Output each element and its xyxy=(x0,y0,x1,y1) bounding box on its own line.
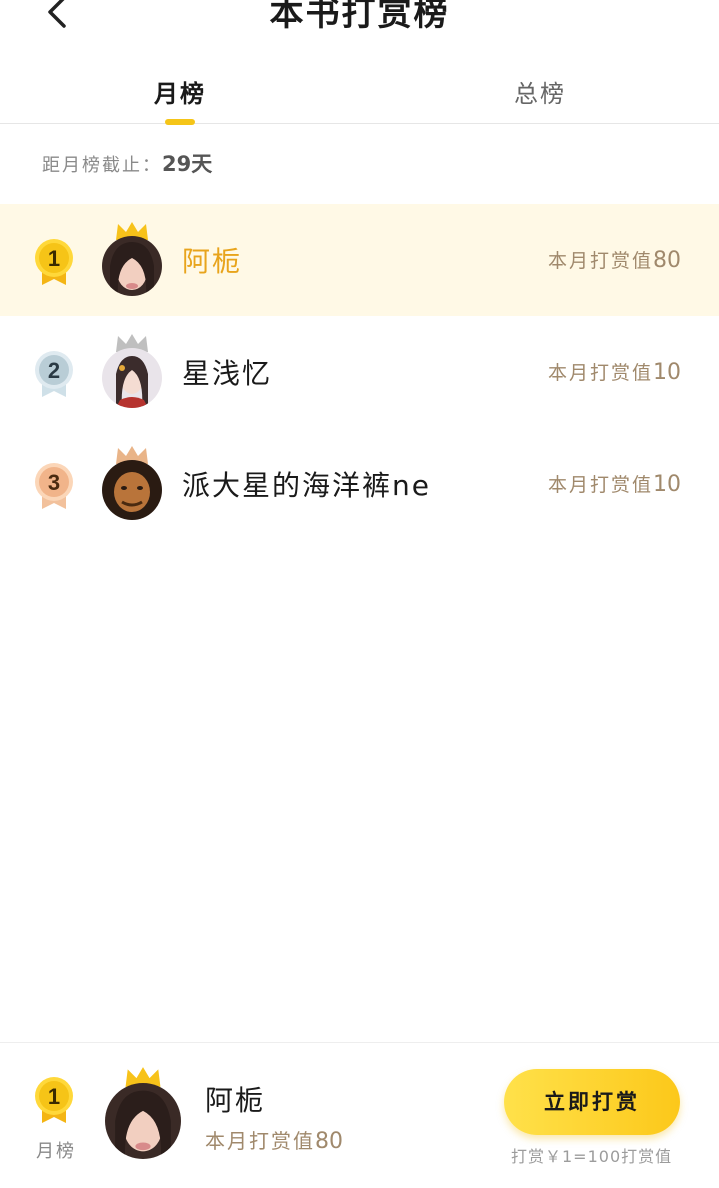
gold-medal-icon: 1 xyxy=(35,239,73,285)
my-avatar-with-crown xyxy=(103,1063,183,1159)
my-reward-value: 本月打赏值80 xyxy=(205,1125,343,1154)
page-title: 本书打赏榜 xyxy=(269,0,450,34)
deadline-label: 距月榜截止： xyxy=(42,155,162,176)
active-tab-indicator xyxy=(165,119,195,125)
avatar-image xyxy=(102,460,162,520)
rank-number: 2 xyxy=(48,358,60,383)
avatar-image xyxy=(105,1083,181,1159)
my-avatar[interactable] xyxy=(105,1083,181,1159)
my-username: 阿栀 xyxy=(205,1084,266,1117)
avatar[interactable] xyxy=(102,236,162,296)
username[interactable]: 星浅忆 xyxy=(182,352,272,392)
avatar-with-crown xyxy=(100,444,164,524)
my-rank-number: 1 xyxy=(48,1084,60,1109)
gold-medal-icon: 1 xyxy=(35,1077,73,1123)
rank-number: 1 xyxy=(48,246,60,271)
reward-number: 10 xyxy=(653,360,681,385)
deadline-countdown: 距月榜截止：29天 xyxy=(42,148,212,178)
avatar-image xyxy=(102,348,162,408)
deadline-days: 29天 xyxy=(162,152,213,176)
tab-monthly[interactable]: 月榜 xyxy=(120,74,240,109)
reward-number: 10 xyxy=(653,472,681,497)
reward-number: 80 xyxy=(653,248,681,273)
avatar-image xyxy=(102,236,162,296)
reward-now-button[interactable]: 立即打赏 xyxy=(504,1069,680,1135)
my-reward-label: 本月打赏值 xyxy=(205,1129,315,1153)
bronze-medal-icon: 3 xyxy=(35,463,73,509)
reward-value: 本月打赏值80 xyxy=(548,246,681,273)
silver-medal-icon: 2 xyxy=(35,351,73,397)
tab-total[interactable]: 总榜 xyxy=(480,74,600,109)
avatar[interactable] xyxy=(102,348,162,408)
reward-label: 本月打赏值 xyxy=(547,474,653,496)
my-rank-label: 月榜 xyxy=(36,1141,76,1162)
reward-value: 本月打赏值10 xyxy=(548,358,681,385)
reward-label: 本月打赏值 xyxy=(547,362,653,384)
my-ranking-bar: 1 月榜 阿栀 本月打赏值80 立即打赏 打赏￥1=100打赏值 xyxy=(0,1042,719,1188)
avatar-with-crown xyxy=(100,220,164,300)
tab-bar: 月榜 总榜 xyxy=(0,62,719,125)
rank-number: 3 xyxy=(48,470,60,495)
header: 本书打赏榜 xyxy=(0,0,719,50)
ranking-row-2[interactable]: 2 星浅忆 本月打赏值10 xyxy=(0,316,719,428)
ranking-row-1[interactable]: 1 阿栀 本月打赏值80 xyxy=(0,204,719,316)
avatar-with-crown xyxy=(100,332,164,412)
avatar[interactable] xyxy=(102,460,162,520)
ranking-row-3[interactable]: 3 派大星的海洋裤ne 本月打赏值10 xyxy=(0,428,719,540)
reward-rate-note: 打赏￥1=100打赏值 xyxy=(511,1147,673,1166)
username[interactable]: 派大星的海洋裤ne xyxy=(182,464,431,504)
reward-value: 本月打赏值10 xyxy=(548,470,681,497)
username[interactable]: 阿栀 xyxy=(182,240,242,280)
my-reward-number: 80 xyxy=(315,1129,343,1154)
reward-label: 本月打赏值 xyxy=(547,250,653,272)
